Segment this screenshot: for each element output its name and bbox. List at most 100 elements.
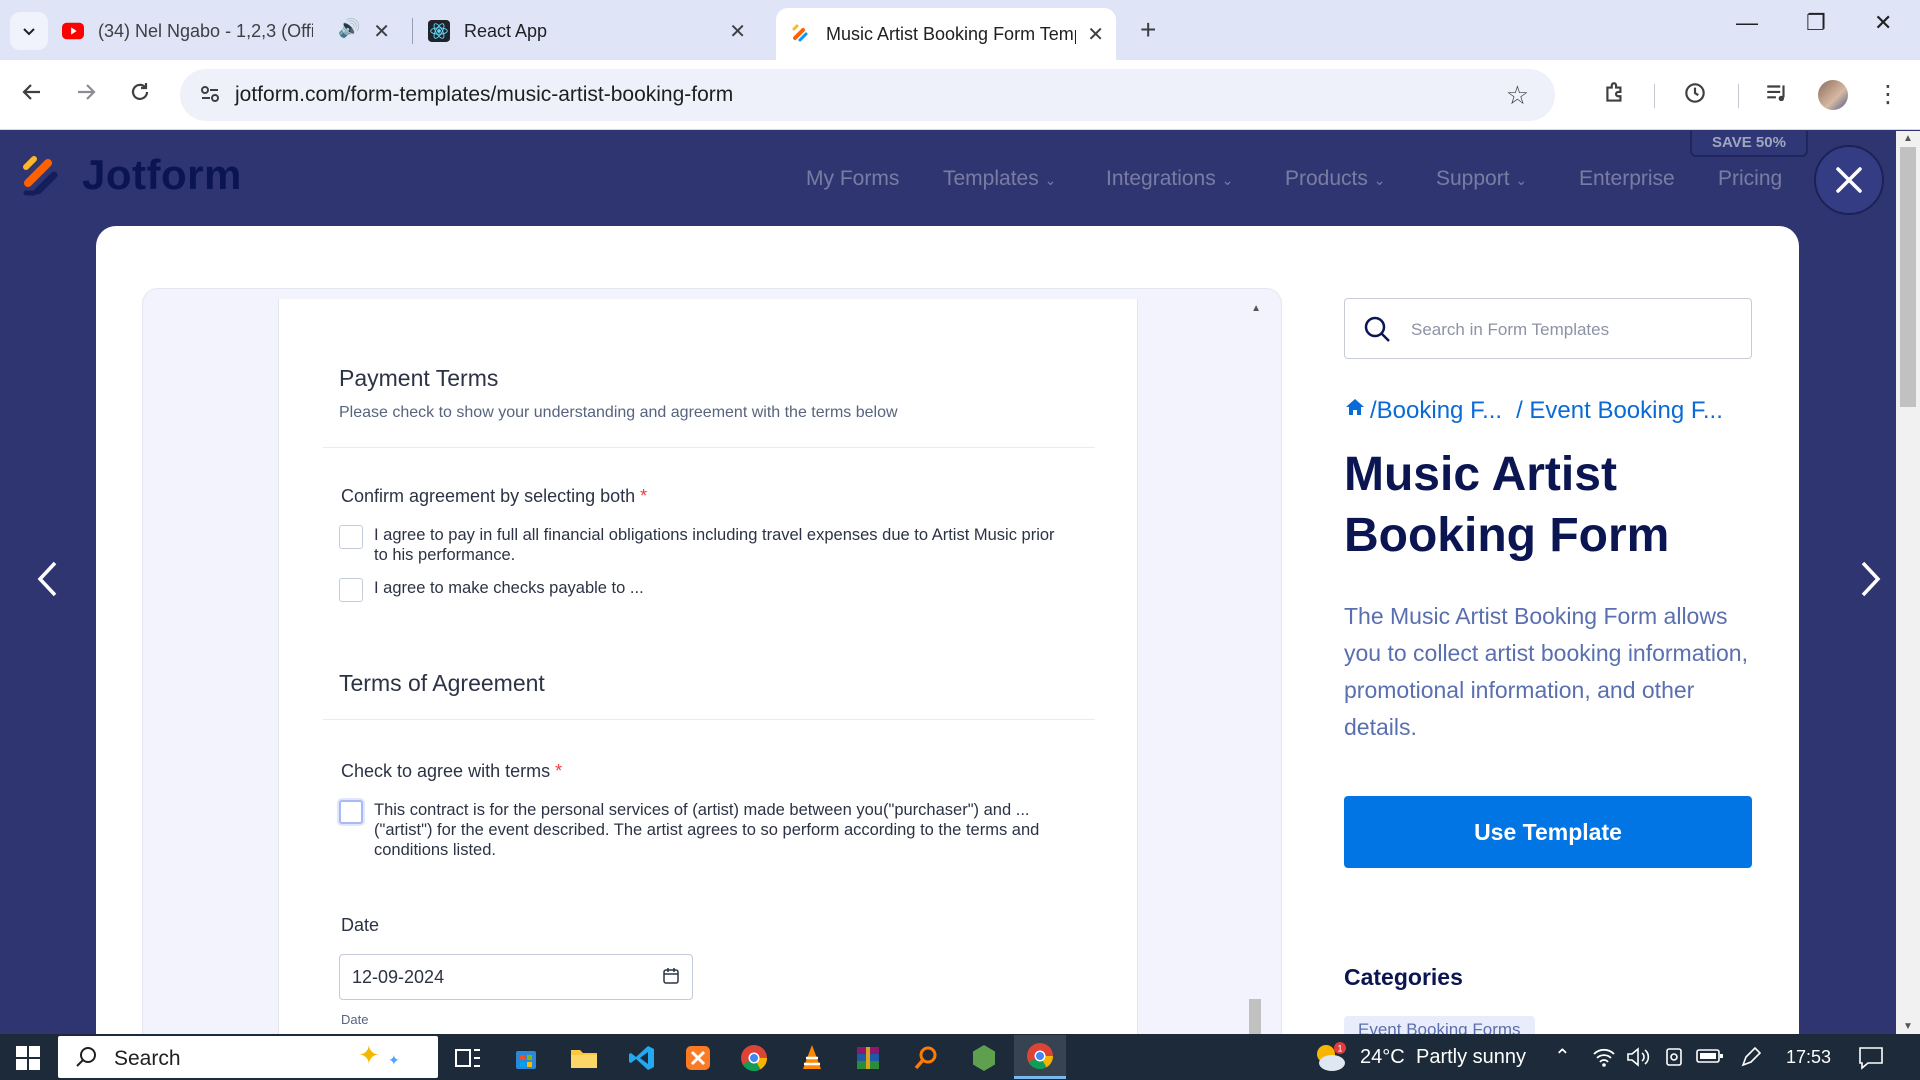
previous-template-arrow[interactable]: [36, 560, 58, 608]
chevron-down-icon: ⌄: [1044, 172, 1057, 188]
date-value: 12-09-2024: [352, 967, 445, 987]
chevron-down-icon: ⌄: [1515, 172, 1528, 188]
breadcrumb-event-booking-forms[interactable]: / Event Booking F...: [1516, 397, 1723, 425]
arrow-left-icon: [22, 84, 40, 100]
close-tab-icon[interactable]: ✕: [1087, 22, 1104, 47]
vscode-icon[interactable]: [626, 1042, 658, 1074]
nav-templates[interactable]: Templates ⌄: [943, 167, 1056, 191]
tab-search-button[interactable]: [10, 12, 48, 50]
weather-condition[interactable]: Partly sunny: [1416, 1046, 1526, 1069]
template-preview-modal: Payment Terms Please check to show your …: [96, 226, 1799, 1036]
next-template-arrow[interactable]: [1860, 560, 1882, 608]
close-window-button[interactable]: ✕: [1874, 10, 1892, 36]
nav-products[interactable]: Products ⌄: [1285, 167, 1385, 191]
toolbar-divider: [1738, 84, 1739, 108]
nav-enterprise[interactable]: Enterprise: [1579, 167, 1675, 191]
payment-terms-subheading: Please check to show your understanding …: [339, 404, 898, 421]
notification-center-icon[interactable]: [1858, 1046, 1884, 1076]
jotform-logo-icon: [23, 156, 58, 196]
search-icon: [74, 1045, 98, 1074]
device-icon[interactable]: [1664, 1046, 1684, 1074]
scroll-down-icon[interactable]: ▼: [1903, 1021, 1913, 1032]
bookmark-star-icon[interactable]: ☆: [1506, 80, 1529, 111]
chrome-icon[interactable]: [738, 1042, 770, 1074]
close-tab-icon[interactable]: ✕: [373, 19, 390, 44]
speaker-icon: 🔊: [338, 18, 361, 38]
nav-integrations[interactable]: Integrations ⌄: [1106, 167, 1233, 191]
tab-jotform-active[interactable]: Music Artist Booking Form Temp ✕: [776, 8, 1116, 60]
wifi-icon[interactable]: [1592, 1046, 1616, 1074]
home-icon[interactable]: [1344, 396, 1366, 425]
save-badge[interactable]: SAVE 50%: [1690, 131, 1808, 157]
template-description: The Music Artist Booking Form allows you…: [1344, 603, 1748, 740]
clock-time[interactable]: 17:53: [1786, 1047, 1831, 1068]
xampp-icon[interactable]: [682, 1042, 714, 1074]
weather-temperature[interactable]: 24°C: [1360, 1046, 1405, 1069]
search-tool-icon[interactable]: [910, 1042, 942, 1074]
scroll-up-icon[interactable]: ▲: [1903, 133, 1913, 144]
address-bar[interactable]: jotform.com/form-templates/music-artist-…: [180, 69, 1555, 121]
store-icon[interactable]: [510, 1042, 542, 1074]
new-tab-button[interactable]: +: [1140, 14, 1156, 46]
reload-icon: [131, 83, 149, 100]
nav-label: Support: [1436, 167, 1510, 190]
kebab-menu-icon[interactable]: ⋮: [1876, 80, 1900, 109]
extensions-icon[interactable]: [1602, 80, 1628, 113]
template-search-input[interactable]: Search in Form Templates: [1344, 298, 1752, 359]
form-preview-canvas: Payment Terms Please check to show your …: [153, 299, 1265, 1036]
date-input[interactable]: 12-09-2024: [339, 954, 693, 1000]
site-settings-icon[interactable]: [198, 82, 222, 111]
close-tab-icon[interactable]: ✕: [729, 19, 746, 44]
restore-button[interactable]: ❐: [1806, 10, 1826, 36]
file-explorer-icon[interactable]: [568, 1042, 600, 1074]
terms-option[interactable]: This contract is for the personal servic…: [339, 800, 1059, 860]
vlc-icon[interactable]: [796, 1042, 828, 1074]
breadcrumb-booking-forms[interactable]: /Booking F...: [1370, 397, 1502, 425]
use-template-button[interactable]: Use Template: [1344, 796, 1752, 868]
scrollbar-thumb[interactable]: [1900, 147, 1916, 407]
profile-avatar[interactable]: [1818, 80, 1848, 110]
nav-support[interactable]: Support ⌄: [1436, 167, 1527, 191]
tab-youtube[interactable]: (34) Nel Ngabo - 1,2,3 (Offic 🔊 ✕: [62, 10, 402, 52]
battery-icon[interactable]: [1696, 1046, 1724, 1072]
close-modal-button[interactable]: [1814, 145, 1884, 215]
chrome-active-icon[interactable]: [1014, 1035, 1066, 1079]
media-control-icon[interactable]: [1764, 80, 1790, 113]
scroll-up-icon[interactable]: ▲: [1251, 303, 1261, 314]
nav-my-forms[interactable]: My Forms: [806, 167, 899, 191]
taskbar-search-box[interactable]: Search ✦ ✦: [58, 1036, 438, 1078]
required-asterisk: *: [640, 486, 648, 506]
chevron-down-icon: ⌄: [1221, 172, 1234, 188]
agreement-option-1[interactable]: I agree to pay in full all financial obl…: [339, 525, 1059, 565]
minimize-button[interactable]: —: [1736, 10, 1758, 36]
history-icon[interactable]: [1682, 80, 1708, 113]
site-logo[interactable]: Jotform: [82, 151, 242, 199]
winrar-icon[interactable]: [852, 1042, 884, 1074]
preview-scrollbar[interactable]: ▲: [1247, 299, 1265, 1036]
task-view-icon[interactable]: [452, 1042, 484, 1074]
page-scrollbar[interactable]: ▲ ▼: [1896, 131, 1920, 1034]
category-chip[interactable]: Event Booking Forms: [1344, 1016, 1535, 1036]
tab-react-app[interactable]: React App ✕: [428, 10, 758, 52]
weather-icon[interactable]: 1: [1312, 1040, 1348, 1079]
nav-label: Integrations: [1106, 167, 1216, 190]
section-divider: [323, 719, 1095, 720]
sparkle-icon: ✦: [358, 1040, 380, 1070]
nav-pricing[interactable]: Pricing: [1718, 167, 1782, 191]
windows-start-button[interactable]: [16, 1046, 40, 1075]
section-divider: [323, 447, 1095, 448]
tray-chevron-up-icon[interactable]: ⌃: [1554, 1044, 1571, 1069]
checkbox[interactable]: [339, 578, 363, 602]
volume-icon[interactable]: [1626, 1046, 1650, 1074]
react-icon: [428, 20, 450, 42]
back-button[interactable]: [20, 80, 44, 111]
calendar-icon[interactable]: [662, 967, 680, 990]
agreement-option-2[interactable]: I agree to make checks payable to ...: [339, 578, 1059, 602]
reload-button[interactable]: [128, 80, 152, 111]
forward-button[interactable]: [74, 80, 98, 111]
checkbox[interactable]: [339, 800, 363, 824]
scrollbar-thumb[interactable]: [1249, 999, 1261, 1036]
nodejs-icon[interactable]: [968, 1042, 1000, 1074]
pen-icon[interactable]: [1740, 1046, 1762, 1074]
checkbox[interactable]: [339, 525, 363, 549]
